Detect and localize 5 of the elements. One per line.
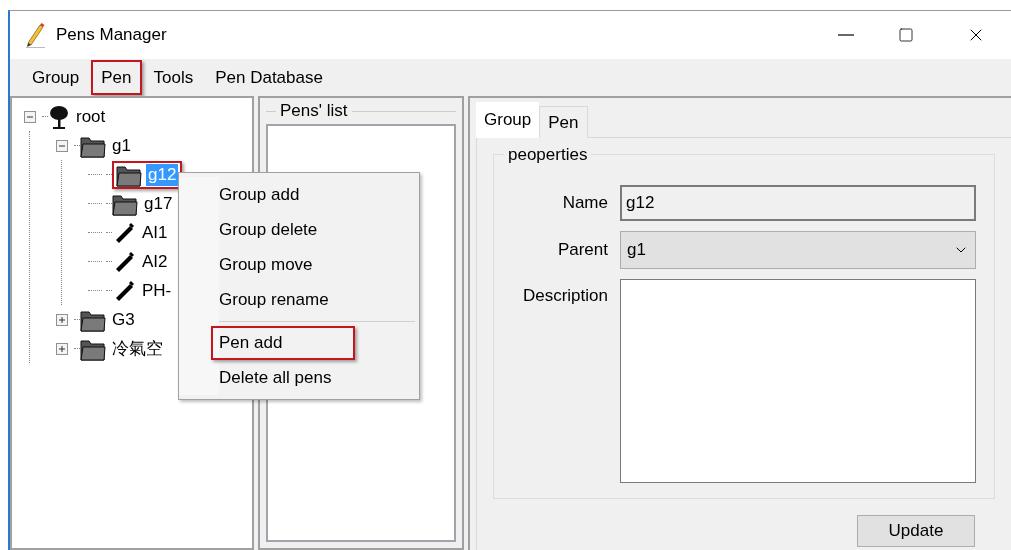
- parent-label: Parent: [556, 239, 609, 262]
- description-label: Description: [521, 285, 609, 307]
- group-title: Pens' list: [279, 100, 349, 122]
- window-title: Pens Manager: [56, 24, 167, 47]
- name-label: Name: [561, 192, 609, 215]
